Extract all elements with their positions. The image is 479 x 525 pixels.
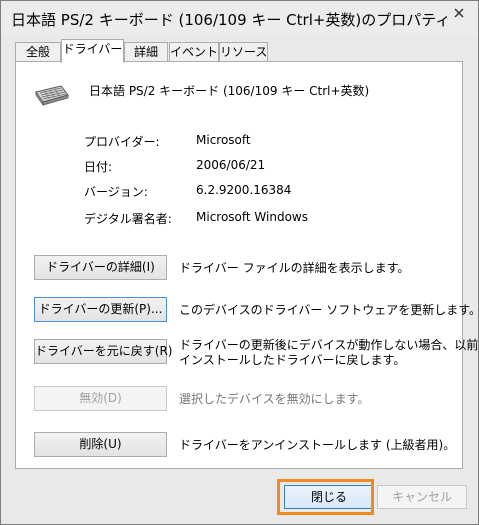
provider-value: Microsoft (196, 133, 251, 147)
uninstall-driver-button[interactable]: 削除(U) (34, 432, 167, 457)
cancel-button[interactable]: キャンセル (377, 485, 467, 509)
rollback-driver-desc-line2: インストールしたドライバーに戻します。 (179, 353, 406, 367)
driver-details-desc: ドライバー ファイルの詳細を表示します。 (179, 261, 410, 275)
update-driver-desc: このデバイスのドライバー ソフトウェアを更新します。 (179, 303, 479, 317)
uninstall-driver-desc: ドライバーをアンインストールします (上級者用)。 (179, 438, 456, 452)
window-title: 日本語 PS/2 キーボード (106/109 キー Ctrl+英数)のプロパテ… (11, 11, 451, 29)
signer-label: デジタル署名者: (84, 212, 172, 226)
date-value: 2006/06/21 (196, 158, 266, 172)
keyboard-icon (35, 85, 69, 106)
disable-device-desc: 選択したデバイスを無効にします。 (179, 392, 370, 406)
tab-driver[interactable]: ドライバー (61, 39, 124, 63)
tab-resources[interactable]: リソース (219, 42, 268, 62)
rollback-driver-desc-line1: ドライバーの更新後にデバイスが動作しない場合、以前に (179, 338, 479, 352)
version-value: 6.2.9200.16384 (196, 183, 292, 197)
tab-general[interactable]: 全般 (15, 42, 61, 62)
version-label: バージョン: (84, 185, 148, 199)
close-icon (454, 8, 464, 18)
close-button[interactable] (448, 2, 470, 24)
driver-details-button[interactable]: ドライバーの詳細(I) (34, 255, 167, 280)
signer-value: Microsoft Windows (196, 210, 308, 224)
close-dialog-button[interactable]: 閉じる (284, 485, 374, 509)
device-name: 日本語 PS/2 キーボード (106/109 キー Ctrl+英数) (89, 84, 370, 98)
disable-device-button[interactable]: 無効(D) (34, 386, 167, 411)
tab-details[interactable]: 詳細 (124, 42, 168, 62)
tab-events[interactable]: イベント (169, 42, 219, 62)
title-bar: 日本語 PS/2 キーボード (106/109 キー Ctrl+英数)のプロパテ… (1, 1, 478, 35)
update-driver-button[interactable]: ドライバーの更新(P)... (34, 297, 167, 322)
driver-panel: 日本語 PS/2 キーボード (106/109 キー Ctrl+英数) プロバイ… (15, 61, 479, 469)
rollback-driver-button[interactable]: ドライバーを元に戻す(R) (34, 339, 172, 364)
properties-window: 日本語 PS/2 キーボード (106/109 キー Ctrl+英数)のプロパテ… (0, 0, 479, 525)
tab-bar: 全般 ドライバー 詳細 イベント リソース (15, 39, 466, 63)
date-label: 日付: (84, 160, 113, 174)
provider-label: プロバイダー: (84, 135, 160, 149)
